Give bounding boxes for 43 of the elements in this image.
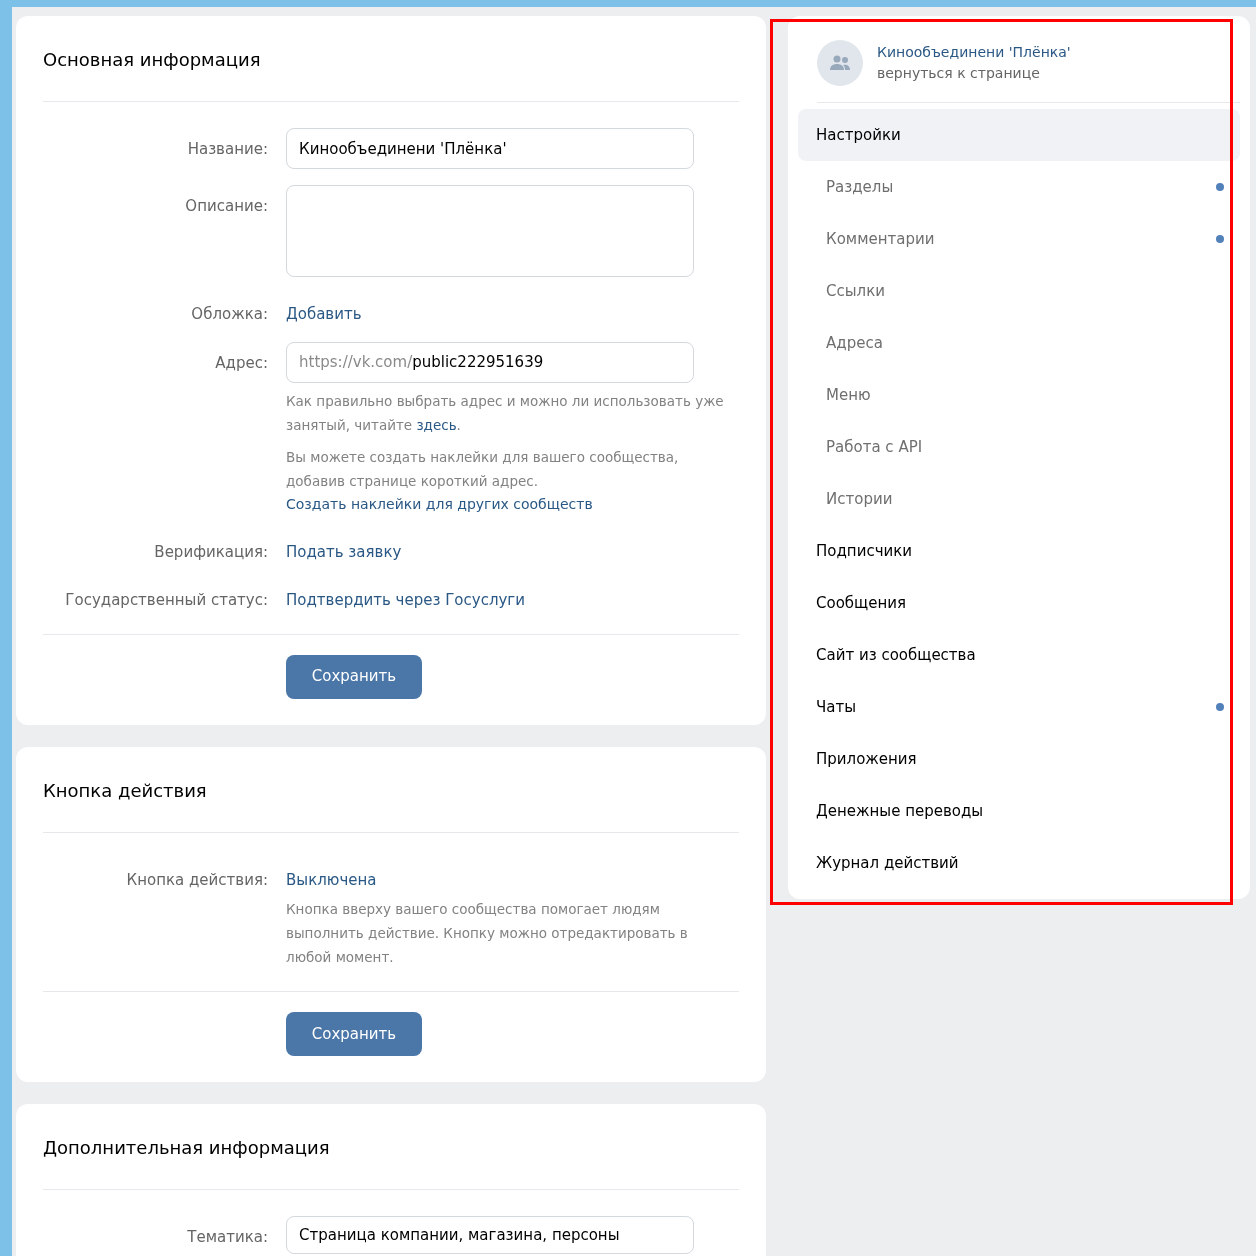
menu-item[interactable]: Ссылки bbox=[798, 265, 1240, 317]
menu-item[interactable]: Подписчики bbox=[798, 525, 1240, 577]
help-text: Кнопка вверху вашего сообщества помогает людям выполнить действие. Кнопку можно отредактировать в любой момент. bbox=[286, 900, 689, 967]
name-input[interactable]: Кинообъединени 'Плёнка' bbox=[286, 128, 694, 169]
help-text: Как правильно выбрать адрес и можно ли использовать уже занятый, читайте здесь. bbox=[286, 391, 725, 435]
field-label: Описание: bbox=[184, 196, 268, 217]
field-label: Верификация: bbox=[153, 541, 268, 563]
save-button[interactable]: Сохранить bbox=[286, 1012, 422, 1056]
sticker-link[interactable]: Создать наклейки для других сообществ bbox=[286, 492, 593, 515]
menu-item[interactable]: Сайт из сообщества bbox=[798, 629, 1240, 681]
menu-item[interactable]: Денежные переводы bbox=[798, 785, 1240, 837]
topic-dropdown[interactable]: Страница компании, магазина, персоны bbox=[286, 1216, 694, 1254]
section-title: Основная информация bbox=[43, 16, 739, 102]
field-label: Государственный статус: bbox=[64, 590, 268, 611]
field-label: Адрес: bbox=[214, 352, 268, 374]
menu-item[interactable]: Сообщения bbox=[798, 577, 1240, 629]
back-link[interactable]: вернуться к странице bbox=[877, 63, 1040, 84]
field-value: Выключена bbox=[286, 869, 378, 891]
menu-item[interactable]: Работа с API bbox=[798, 421, 1240, 473]
field-label: Тематика: bbox=[186, 1227, 268, 1248]
section-title: Дополнительная информация bbox=[43, 1104, 739, 1190]
link[interactable]: Добавить bbox=[286, 293, 362, 326]
save-button[interactable]: Сохранить bbox=[286, 654, 422, 699]
menu-item[interactable]: Журнал действий bbox=[798, 837, 1240, 889]
link[interactable]: Подать заявку bbox=[286, 530, 402, 563]
community-name: Кинообъединени 'Плёнка' bbox=[877, 43, 1071, 62]
link[interactable]: Подтвердить через Госуслуги bbox=[286, 579, 525, 612]
menu-item[interactable]: Разделы bbox=[798, 161, 1240, 213]
field-label: Обложка: bbox=[190, 304, 268, 325]
users-icon bbox=[829, 55, 851, 71]
help-text: Вы можете создать наклейки для вашего сообщества, добавив странице короткий адрес. bbox=[286, 447, 680, 491]
field-label: Кнопка действия: bbox=[125, 869, 268, 891]
menu-item[interactable]: Чаты bbox=[798, 681, 1240, 733]
address-field[interactable]: https://vk.com/public222951639 bbox=[286, 341, 694, 383]
menu-item[interactable]: Комментарии bbox=[798, 213, 1240, 265]
menu-item[interactable]: Настройки bbox=[798, 109, 1240, 161]
description-field[interactable] bbox=[286, 185, 694, 277]
field-label: Название: bbox=[186, 139, 268, 160]
menu-item[interactable]: Истории bbox=[798, 473, 1240, 525]
menu-item[interactable]: Меню bbox=[798, 369, 1240, 421]
section-title: Кнопка действия bbox=[43, 746, 739, 833]
menu-item[interactable]: Адреса bbox=[798, 317, 1240, 369]
menu-item[interactable]: Приложения bbox=[798, 733, 1240, 785]
